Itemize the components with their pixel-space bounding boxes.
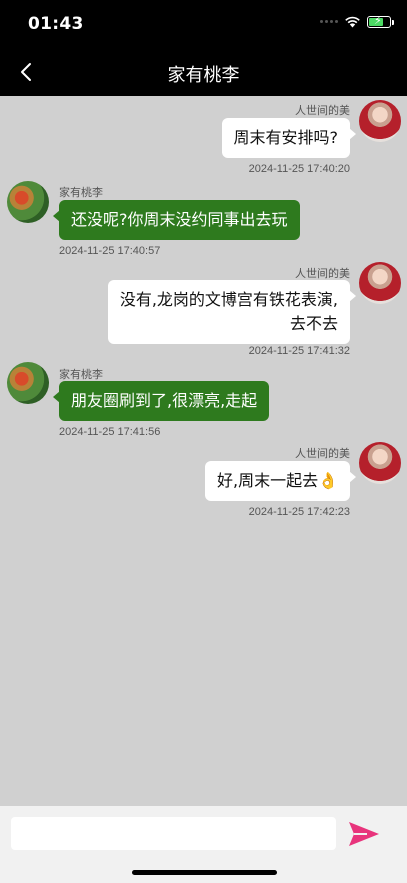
chat-message-list[interactable]: 人世间的美 周末有安排吗? 2024-11-25 17:40:20 家有桃李 还… (0, 96, 407, 806)
message-timestamp: 2024-11-25 17:40:20 (248, 163, 350, 175)
nav-bar: 家有桃李 (0, 48, 407, 96)
message-timestamp: 2024-11-25 17:40:57 (59, 245, 161, 257)
message-bubble[interactable]: 朋友圈刷到了,很漂亮,走起 (52, 381, 270, 421)
message-timestamp: 2024-11-25 17:41:56 (59, 426, 161, 438)
avatar[interactable] (7, 362, 49, 404)
sender-name: 人世间的美 (295, 447, 350, 460)
sender-name: 家有桃李 (59, 186, 103, 199)
message-text-line: 没有,龙岗的文博宫有铁花表演, (119, 290, 338, 309)
battery-charging-icon: ⚡ (367, 14, 394, 28)
sender-name: 人世间的美 (295, 104, 350, 117)
message-timestamp: 2024-11-25 17:42:23 (248, 506, 350, 518)
avatar[interactable] (359, 100, 401, 142)
send-arrow-icon (349, 822, 379, 846)
send-button[interactable] (347, 819, 381, 849)
message-text: 周末有安排吗? (233, 128, 339, 147)
wifi-icon (345, 16, 360, 28)
cellular-signal-icon (320, 20, 338, 23)
sender-name: 家有桃李 (59, 368, 103, 381)
page-title: 家有桃李 (167, 65, 240, 86)
home-indicator (132, 870, 277, 875)
avatar[interactable] (7, 181, 49, 223)
avatar[interactable] (359, 442, 401, 484)
message-text: 朋友圈刷到了,很漂亮,走起 (71, 391, 258, 410)
message-text-line: 去不去 (289, 314, 338, 333)
message-text: 好,周末一起去👌 (216, 471, 338, 490)
message-bubble[interactable]: 没有,龙岗的文博宫有铁花表演, 去不去 (107, 280, 357, 344)
message-bubble[interactable]: 周末有安排吗? (221, 118, 356, 158)
sender-name: 人世间的美 (295, 267, 350, 280)
message-input[interactable] (11, 817, 336, 850)
status-time: 01:43 (28, 14, 84, 34)
message-text: 还没呢?你周末没约同事出去玩 (71, 210, 288, 229)
status-icons: ⚡ (320, 14, 394, 28)
status-bar: 01:43 ⚡ (0, 0, 407, 48)
message-timestamp: 2024-11-25 17:41:32 (248, 345, 350, 357)
message-bubble[interactable]: 还没呢?你周末没约同事出去玩 (53, 200, 300, 240)
avatar[interactable] (359, 262, 401, 304)
message-bubble[interactable]: 好,周末一起去👌 (204, 461, 357, 501)
